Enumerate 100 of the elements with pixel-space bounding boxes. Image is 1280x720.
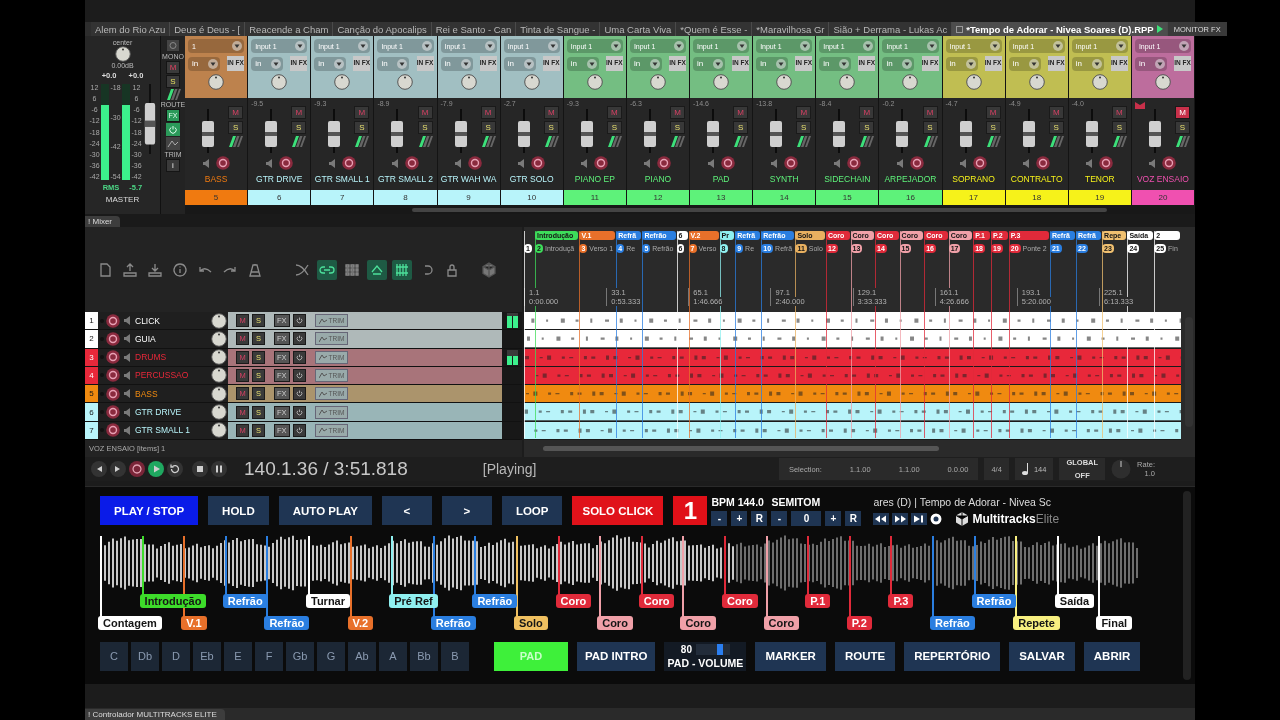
key-button[interactable]: E [224,641,252,671]
volume-fader[interactable] [1147,109,1162,153]
key-button[interactable]: B [441,641,469,671]
snap-grid-icon[interactable] [392,259,412,280]
speaker-icon[interactable] [644,158,652,168]
record-arm-button[interactable] [278,156,293,170]
route-icon[interactable] [291,136,307,147]
mute-button[interactable]: M [1175,106,1190,119]
mute-button[interactable]: M [796,106,812,119]
input-mode-select[interactable]: in [251,56,284,71]
record-arm-button[interactable] [106,423,120,438]
section-marker[interactable]: Coro [680,616,717,630]
action-button[interactable]: ABRIR [1083,641,1141,671]
pan-knob[interactable] [114,46,131,62]
speaker-icon[interactable] [896,158,904,168]
pan-knob[interactable] [211,312,227,329]
mute-button[interactable]: M [228,106,244,119]
route-icon[interactable] [922,136,938,147]
isolate-button[interactable]: S [417,121,433,134]
speaker-icon[interactable] [1023,158,1031,168]
isolate-button[interactable]: S [985,121,1001,134]
isolate-button[interactable]: S [859,121,875,134]
isolate-button[interactable]: S [1048,121,1064,134]
key-button[interactable]: G [317,641,345,671]
audio-clip[interactable] [524,385,1181,404]
mute-button[interactable]: M [1111,106,1127,119]
input-mode-select[interactable]: in [629,56,662,71]
isolate-button[interactable]: S [606,121,622,134]
project-tab[interactable]: Uma Carta Viva [600,22,677,36]
section-marker[interactable]: P.1 [805,594,831,608]
volume-fader[interactable] [895,109,910,153]
isolate-button[interactable]: S [291,121,307,134]
isolate-button[interactable]: S [166,75,180,88]
section-marker[interactable]: Coro [597,616,633,630]
action-button[interactable]: REPERTÓRIO [904,641,1001,671]
action-button[interactable]: ROUTE [834,641,896,671]
input-mode-select[interactable]: in [819,56,852,71]
record-arm-button[interactable] [106,331,120,346]
volume-fader[interactable] [516,109,531,153]
section-marker[interactable]: Introdução [139,594,207,608]
increase-button[interactable]: + [731,510,748,526]
volume-fader[interactable] [832,109,847,153]
slider-thumb[interactable] [716,643,723,655]
key-button[interactable]: Eb [193,641,221,671]
rewind-icon[interactable] [873,512,890,525]
rate-knob[interactable] [1111,459,1132,479]
record-arm-button[interactable] [594,156,609,170]
section-marker[interactable]: Coro [555,594,592,608]
section-marker[interactable]: Refrão [930,616,975,630]
route-icon[interactable] [543,136,559,147]
action-button[interactable]: MARKER [755,641,826,671]
increase-button[interactable]: + [825,510,842,526]
mute-button[interactable]: M [543,106,559,119]
speaker-icon[interactable] [518,158,526,168]
power-icon[interactable] [292,423,306,437]
power-icon[interactable] [292,369,306,382]
record-arm-button[interactable] [106,350,120,365]
route-icon[interactable] [1175,136,1190,147]
project-tab[interactable]: Sião + Derrama - Lukas Ac [829,22,953,36]
volume-fader[interactable] [453,109,468,153]
audio-clip[interactable] [524,330,1181,349]
section-marker[interactable]: Refrão [430,616,476,630]
volume-slider[interactable] [695,643,730,655]
speaker-icon[interactable] [391,158,399,168]
input-mode-select[interactable]: in [314,56,347,71]
route-icon[interactable] [985,136,1001,147]
section-marker[interactable]: Coro [763,616,800,630]
key-button[interactable]: Gb [286,641,314,671]
pad-intro-button[interactable]: PAD INTRO [577,641,656,671]
power-icon[interactable] [292,332,306,346]
section-marker[interactable]: Contagem [98,616,162,630]
volume-fader[interactable] [264,109,279,153]
key-button[interactable]: Ab [348,641,376,671]
section-marker[interactable]: Refrão [264,616,310,630]
speaker-icon[interactable] [202,158,210,168]
power-icon[interactable] [292,314,306,328]
section-marker[interactable]: V.2 [347,616,374,630]
record-button[interactable] [129,461,145,477]
route-icon[interactable] [1111,136,1127,147]
speaker-icon[interactable] [328,158,336,168]
input-mode-select[interactable]: in [756,56,789,71]
project-tab[interactable]: Rei e Santo - Can [431,22,517,36]
input-mode-select[interactable]: in [1134,56,1167,71]
skip-icon[interactable] [911,512,928,525]
record-arm-button[interactable] [783,156,798,170]
mute-button[interactable]: M [166,61,180,74]
mute-button[interactable]: M [985,106,1001,119]
section-marker[interactable]: Final [1096,616,1133,630]
input-mode-select[interactable]: in [693,56,725,71]
scrollbar[interactable] [185,205,1195,214]
controller-button[interactable]: SOLO CLICK [572,496,664,525]
isolate-button[interactable]: S [543,121,559,134]
section-marker[interactable]: Pré Ref [389,594,438,608]
section-marker[interactable]: Refrão [971,594,1017,608]
speaker-icon[interactable] [1086,158,1094,168]
record-arm-button[interactable] [341,156,356,170]
route-icon[interactable] [1048,136,1064,147]
speaker-icon[interactable] [960,158,968,168]
play-button[interactable] [148,461,164,477]
speaker-icon[interactable] [707,158,715,168]
